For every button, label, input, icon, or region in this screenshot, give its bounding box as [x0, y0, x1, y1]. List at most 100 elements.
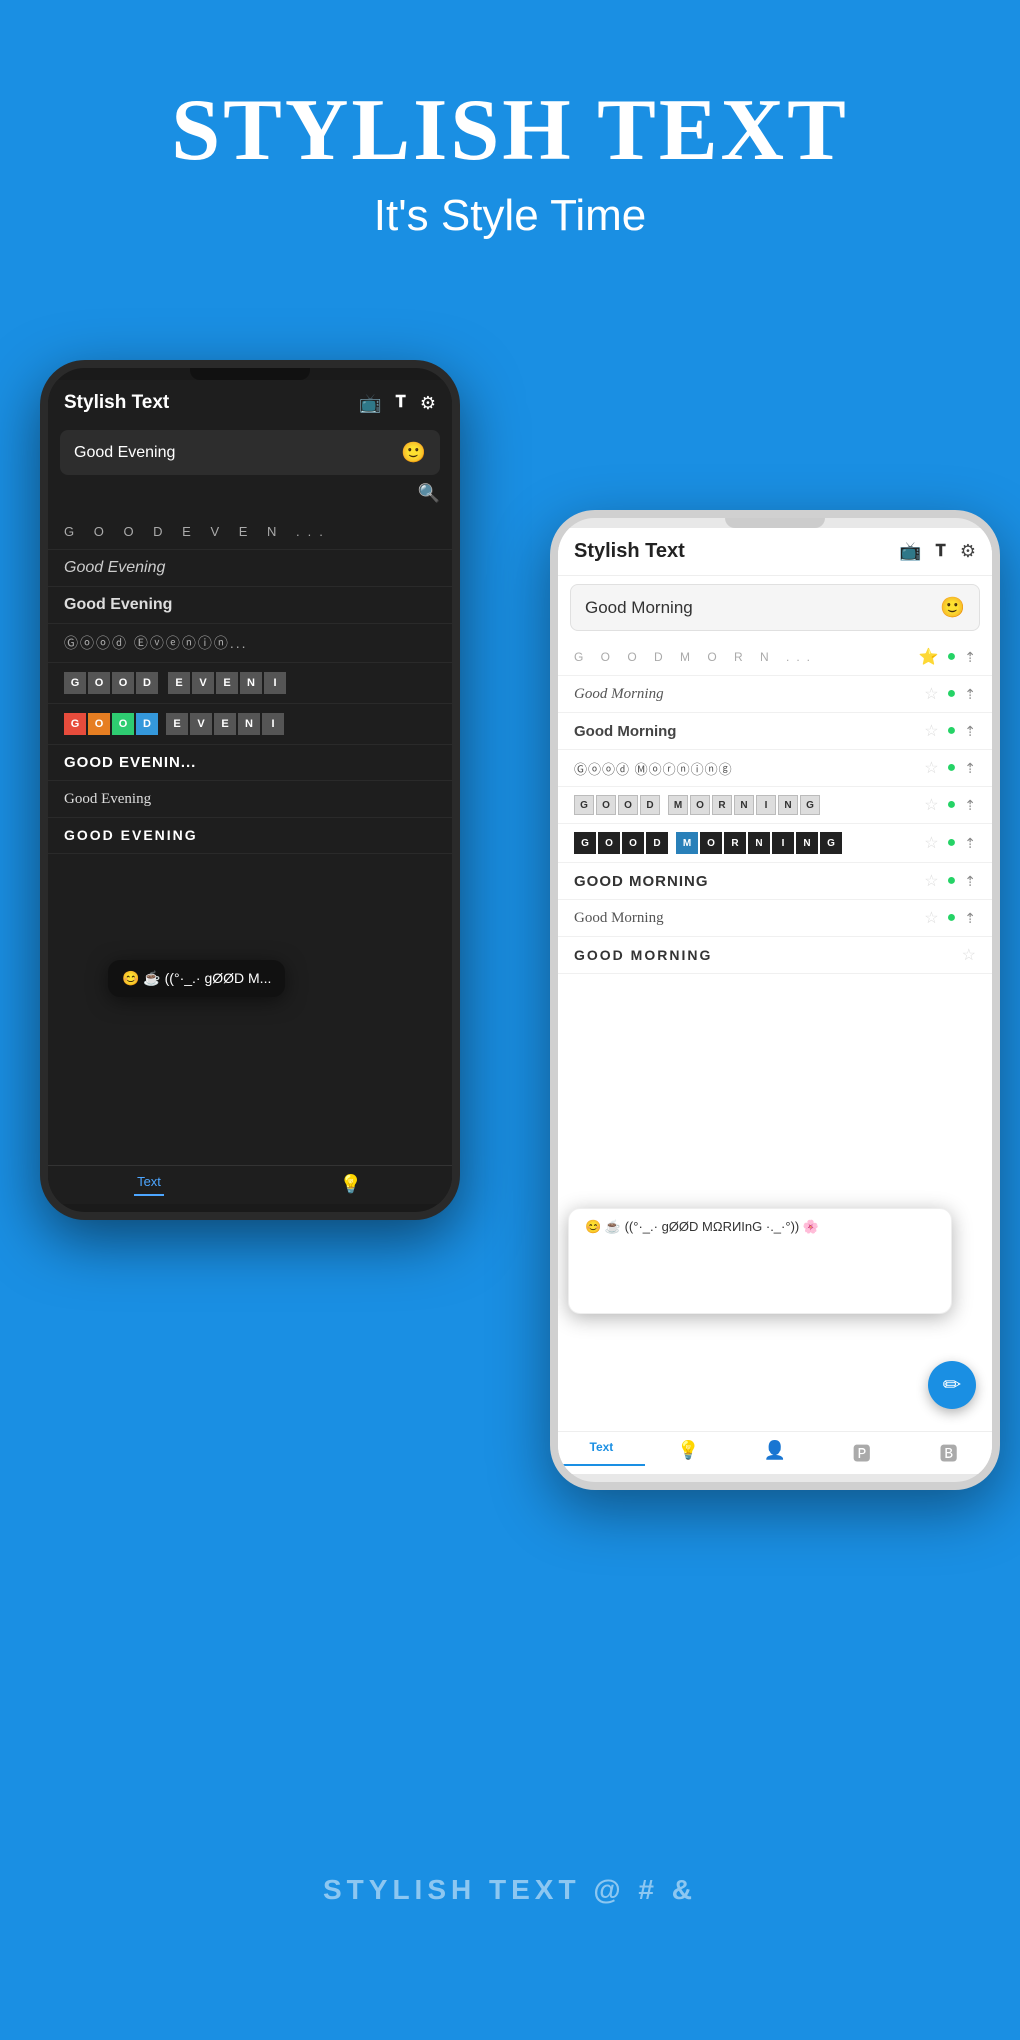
phones-container: Stylish Text 📺 𝐓 ⚙ Good Evening 🙂 🔍: [0, 310, 1020, 1960]
light-row-colored-actions: ☆ ● ⇡: [924, 833, 976, 853]
dark-popup-text: 😊 ☕ ((°·_.· gØØD M...: [122, 970, 271, 986]
light-spaced-text: G O O D M O R N ...: [574, 650, 919, 664]
dark-text-row-bold[interactable]: Good Evening: [48, 587, 452, 624]
light-share-icon-5[interactable]: ⇡: [964, 797, 976, 814]
dark-script-text: Good Evening: [64, 559, 165, 576]
dark-text-row-spaced[interactable]: G O O D E V E N ...: [48, 514, 452, 550]
light-share-icon-7[interactable]: ⇡: [964, 873, 976, 890]
dark-emoji-popup: 😊 ☕ ((°·_.· gØØD M...: [108, 960, 285, 997]
light-app-title: Stylish Text: [574, 540, 685, 563]
light-row-spaced-actions: ⭐ ● ⇡: [919, 647, 976, 667]
light-star-icon-6[interactable]: ☆: [924, 833, 938, 853]
light-bottom-nav: Text 💡 👤 🅿 🅱: [558, 1431, 992, 1474]
light-caps-text: GOOD MORNING: [574, 947, 962, 963]
light-wa-icon-2[interactable]: ●: [947, 685, 957, 703]
light-nav-b[interactable]: 🅱: [905, 1440, 992, 1466]
dark-input-text: Good Evening: [74, 444, 175, 462]
light-wa-icon-7[interactable]: ●: [947, 872, 957, 890]
light-bold-text: Good Morning: [574, 723, 924, 740]
light-colored-text: GOOD MORNING: [574, 832, 924, 854]
light-tv-icon[interactable]: 📺: [899, 541, 921, 562]
bottom-stylish-text: Stylish Text @ # &: [323, 1874, 697, 1906]
light-star-icon-4[interactable]: ☆: [924, 758, 938, 778]
light-wa-icon-1[interactable]: ●: [947, 648, 957, 666]
dark-text-row-colored[interactable]: GOOD EVENI: [48, 704, 452, 745]
light-row-caps-actions: ☆: [962, 945, 976, 965]
dark-app-title: Stylish Text: [64, 392, 169, 414]
dark-smiley-icon[interactable]: 🙂: [401, 440, 426, 465]
light-star-icon-2[interactable]: ☆: [924, 684, 938, 704]
light-phone: Stylish Text 📺 𝐓 ⚙ Good Morning 🙂: [550, 510, 1000, 1490]
light-wa-icon-3[interactable]: ●: [947, 722, 957, 740]
dark-spaced-text: G O O D E V E N ...: [64, 524, 331, 539]
light-text-icon[interactable]: 𝐓: [936, 543, 946, 561]
light-nav-user[interactable]: 👤: [732, 1440, 819, 1466]
light-gothic-text: Good Morning: [574, 910, 924, 927]
light-fab-button[interactable]: ✏: [928, 1361, 976, 1409]
dark-large-text: GOOD EVENIN...: [64, 754, 196, 771]
light-share-icon-8[interactable]: ⇡: [964, 910, 976, 927]
light-nav-p[interactable]: 🅿: [818, 1440, 905, 1466]
light-star-icon-7[interactable]: ☆: [924, 871, 938, 891]
light-star-icon-8[interactable]: ☆: [924, 908, 938, 928]
light-nav-b-icon: 🅱: [940, 1440, 958, 1466]
main-title: Stylish Text: [0, 80, 1020, 181]
dark-text-row-circle[interactable]: Ⓖⓞⓞⓓ Ⓔⓥⓔⓝⓘⓝ...: [48, 624, 452, 663]
light-row-bold-actions: ☆ ● ⇡: [924, 721, 976, 741]
light-star-icon-3[interactable]: ☆: [924, 721, 938, 741]
light-share-icon-2[interactable]: ⇡: [964, 686, 976, 703]
bottom-area: Stylish Text @ # &: [0, 1740, 1020, 2040]
light-row-large[interactable]: GOOD MORNING ☆ ● ⇡: [558, 863, 992, 900]
light-row-caps[interactable]: GOOD MORNING ☆: [558, 937, 992, 974]
dark-text-row-gothic[interactable]: Good Evening: [48, 781, 452, 818]
light-share-icon-3[interactable]: ⇡: [964, 723, 976, 740]
light-settings-icon[interactable]: ⚙: [960, 541, 976, 562]
dark-text-row-box[interactable]: GOOD EVENI: [48, 663, 452, 704]
dark-bold-text: Good Evening: [64, 596, 172, 613]
light-row-bold[interactable]: Good Morning ☆ ● ⇡: [558, 713, 992, 750]
dark-text-row-script[interactable]: Good Evening: [48, 550, 452, 587]
light-wa-icon-5[interactable]: ●: [947, 796, 957, 814]
dark-input-bar[interactable]: Good Evening 🙂: [60, 430, 440, 475]
light-popup-text: 😊 ☕ ((°·_.· gØØD MΩRИInG ·._·°)) 🌸: [585, 1219, 819, 1234]
light-nav-p-icon: 🅿: [853, 1440, 871, 1466]
light-wa-icon-8[interactable]: ●: [947, 909, 957, 927]
dark-text-row-large[interactable]: GOOD EVENIN...: [48, 745, 452, 781]
light-nav-fonts[interactable]: 💡: [645, 1440, 732, 1466]
light-row-box-actions: ☆ ● ⇡: [924, 795, 976, 815]
light-share-icon-6[interactable]: ⇡: [964, 835, 976, 852]
dark-gothic-text: Good Evening: [64, 791, 151, 807]
light-row-box[interactable]: GOOD MORNING ☆ ● ⇡: [558, 787, 992, 824]
dark-nav-text[interactable]: Text: [48, 1174, 250, 1196]
light-row-large-actions: ☆ ● ⇡: [924, 871, 976, 891]
dark-nav-fonts[interactable]: 💡: [250, 1174, 452, 1196]
light-app-header: Stylish Text 📺 𝐓 ⚙: [558, 528, 992, 576]
light-app-screen: Stylish Text 📺 𝐓 ⚙ Good Morning 🙂: [558, 528, 992, 1474]
light-row-colored[interactable]: GOOD MORNING ☆ ● ⇡: [558, 824, 992, 863]
light-box-text: GOOD MORNING: [574, 795, 924, 815]
dark-circle-text: Ⓖⓞⓞⓓ Ⓔⓥⓔⓝⓘⓝ...: [64, 635, 248, 651]
light-row-spaced[interactable]: G O O D M O R N ... ⭐ ● ⇡: [558, 639, 992, 676]
light-share-icon-1[interactable]: ⇡: [964, 649, 976, 666]
light-smiley-icon[interactable]: 🙂: [940, 595, 965, 620]
light-wa-icon-4[interactable]: ●: [947, 759, 957, 777]
dark-search-icon[interactable]: 🔍: [418, 483, 440, 504]
light-row-script[interactable]: Good Morning ☆ ● ⇡: [558, 676, 992, 713]
light-share-icon-4[interactable]: ⇡: [964, 760, 976, 777]
subtitle: It's Style Time: [0, 191, 1020, 241]
light-star-icon-9[interactable]: ☆: [962, 945, 976, 965]
light-fab-icon: ✏: [943, 1372, 961, 1398]
light-row-gothic[interactable]: Good Morning ☆ ● ⇡: [558, 900, 992, 937]
dark-settings-icon[interactable]: ⚙: [420, 393, 436, 414]
light-star-icon-5[interactable]: ☆: [924, 795, 938, 815]
dark-text-icon[interactable]: 𝐓: [396, 394, 406, 412]
light-nav-text[interactable]: Text: [558, 1440, 645, 1466]
light-star-icon-1[interactable]: ⭐: [919, 647, 939, 667]
dark-nav-fonts-icon: 💡: [340, 1174, 362, 1195]
light-row-circle[interactable]: Ⓖⓞⓞⓓ Ⓜⓞⓡⓝⓘⓝⓖ ☆ ● ⇡: [558, 750, 992, 787]
light-input-bar[interactable]: Good Morning 🙂: [570, 584, 980, 631]
dark-text-row-caps[interactable]: GOOD EVENING: [48, 818, 452, 854]
light-header-icons: 📺 𝐓 ⚙: [899, 541, 976, 562]
light-wa-icon-6[interactable]: ●: [947, 834, 957, 852]
dark-tv-icon[interactable]: 📺: [359, 393, 381, 414]
